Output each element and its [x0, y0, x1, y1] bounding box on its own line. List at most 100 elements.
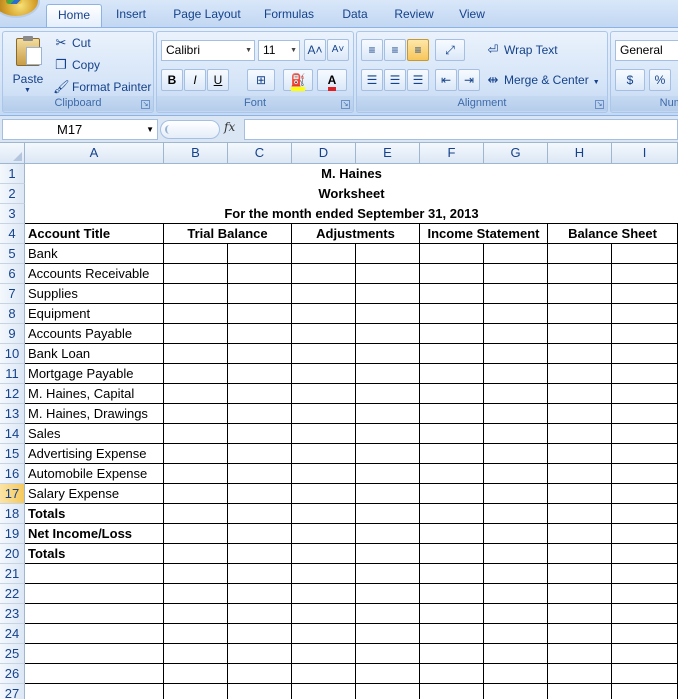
amount-cell[interactable]	[484, 344, 548, 364]
amount-cell[interactable]	[420, 304, 484, 324]
amount-cell[interactable]	[228, 684, 292, 699]
amount-cell[interactable]	[228, 544, 292, 564]
account-cell[interactable]: Advertising Expense	[25, 444, 164, 464]
amount-cell[interactable]	[612, 484, 678, 504]
amount-cell[interactable]	[228, 604, 292, 624]
align-middle-button[interactable]: ≡	[384, 39, 406, 61]
account-cell[interactable]: M. Haines, Capital	[25, 384, 164, 404]
amount-cell[interactable]	[292, 544, 356, 564]
amount-cell[interactable]	[548, 584, 612, 604]
amount-cell[interactable]	[164, 464, 228, 484]
amount-cell[interactable]	[228, 464, 292, 484]
amount-cell[interactable]	[484, 644, 548, 664]
account-cell[interactable]	[25, 564, 164, 584]
amount-cell[interactable]	[484, 584, 548, 604]
amount-cell[interactable]	[356, 444, 420, 464]
orientation-button[interactable]: ⤢	[435, 39, 465, 61]
amount-cell[interactable]	[420, 444, 484, 464]
amount-cell[interactable]	[420, 484, 484, 504]
amount-cell[interactable]	[228, 264, 292, 284]
amount-cell[interactable]	[420, 564, 484, 584]
column-header-b[interactable]: B	[164, 143, 228, 164]
amount-cell[interactable]	[612, 684, 678, 699]
row-header-8[interactable]: 8	[0, 304, 25, 324]
row-header-24[interactable]: 24	[0, 624, 25, 644]
amount-cell[interactable]	[484, 324, 548, 344]
format-painter-button[interactable]: 🖌 Format Painter	[53, 77, 151, 97]
cut-button[interactable]: ✂ Cut	[53, 33, 91, 53]
amount-cell[interactable]	[356, 304, 420, 324]
amount-cell[interactable]	[612, 324, 678, 344]
amount-cell[interactable]	[612, 304, 678, 324]
amount-cell[interactable]	[420, 384, 484, 404]
row-header-26[interactable]: 26	[0, 664, 25, 684]
amount-cell[interactable]	[228, 244, 292, 264]
amount-cell[interactable]	[292, 364, 356, 384]
amount-cell[interactable]	[484, 524, 548, 544]
amount-cell[interactable]	[164, 604, 228, 624]
row-header-21[interactable]: 21	[0, 564, 25, 584]
tab-formulas[interactable]: Formulas	[258, 4, 320, 27]
amount-cell[interactable]	[292, 404, 356, 424]
amount-cell[interactable]	[356, 504, 420, 524]
amount-cell[interactable]	[420, 264, 484, 284]
amount-cell[interactable]	[292, 504, 356, 524]
amount-cell[interactable]	[292, 244, 356, 264]
amount-cell[interactable]	[292, 304, 356, 324]
amount-cell[interactable]	[356, 644, 420, 664]
amount-cell[interactable]	[164, 664, 228, 684]
row-header-12[interactable]: 12	[0, 384, 25, 404]
amount-cell[interactable]	[484, 504, 548, 524]
amount-cell[interactable]	[228, 484, 292, 504]
amount-cell[interactable]	[484, 424, 548, 444]
font-name-combo[interactable]: Calibri ▼	[161, 40, 255, 61]
wrap-text-button[interactable]: ⏎ Wrap Text	[485, 40, 558, 60]
amount-cell[interactable]	[228, 364, 292, 384]
amount-cell[interactable]	[612, 504, 678, 524]
name-box[interactable]: M17 ▼	[2, 119, 158, 140]
amount-cell[interactable]	[356, 564, 420, 584]
office-button[interactable]	[0, 0, 38, 16]
amount-cell[interactable]	[484, 684, 548, 699]
row-header-5[interactable]: 5	[0, 244, 25, 264]
amount-cell[interactable]	[356, 544, 420, 564]
amount-cell[interactable]	[548, 684, 612, 699]
amount-cell[interactable]	[356, 604, 420, 624]
amount-cell[interactable]	[548, 644, 612, 664]
amount-cell[interactable]	[548, 284, 612, 304]
group-header-trial-balance[interactable]: Trial Balance	[164, 224, 292, 244]
amount-cell[interactable]	[484, 364, 548, 384]
amount-cell[interactable]	[612, 404, 678, 424]
column-header-f[interactable]: F	[420, 143, 484, 164]
amount-cell[interactable]	[484, 544, 548, 564]
merge-center-button[interactable]: ⇹ Merge & Center ▼	[485, 70, 600, 90]
amount-cell[interactable]	[356, 684, 420, 699]
amount-cell[interactable]	[356, 244, 420, 264]
account-cell[interactable]	[25, 664, 164, 684]
amount-cell[interactable]	[228, 644, 292, 664]
fill-color-button[interactable]: ⛽	[283, 69, 313, 91]
amount-cell[interactable]	[164, 544, 228, 564]
account-cell[interactable]: Accounts Receivable	[25, 264, 164, 284]
amount-cell[interactable]	[228, 664, 292, 684]
amount-cell[interactable]	[420, 324, 484, 344]
account-cell[interactable]	[25, 684, 164, 699]
insert-function-icon[interactable]: fx	[224, 120, 235, 134]
decrease-indent-button[interactable]: ⇤	[435, 69, 457, 91]
amount-cell[interactable]	[292, 384, 356, 404]
amount-cell[interactable]	[420, 684, 484, 699]
amount-cell[interactable]	[164, 624, 228, 644]
amount-cell[interactable]	[484, 264, 548, 284]
bold-button[interactable]: B	[161, 69, 183, 91]
increase-indent-button[interactable]: ⇥	[458, 69, 480, 91]
amount-cell[interactable]	[612, 464, 678, 484]
amount-cell[interactable]	[612, 624, 678, 644]
amount-cell[interactable]	[612, 544, 678, 564]
currency-button[interactable]: $	[615, 69, 645, 91]
amount-cell[interactable]	[292, 444, 356, 464]
amount-cell[interactable]	[228, 504, 292, 524]
alignment-launcher-icon[interactable]: ↘	[595, 100, 604, 109]
tab-page-layout[interactable]: Page Layout	[166, 4, 248, 27]
amount-cell[interactable]	[420, 364, 484, 384]
amount-cell[interactable]	[484, 484, 548, 504]
